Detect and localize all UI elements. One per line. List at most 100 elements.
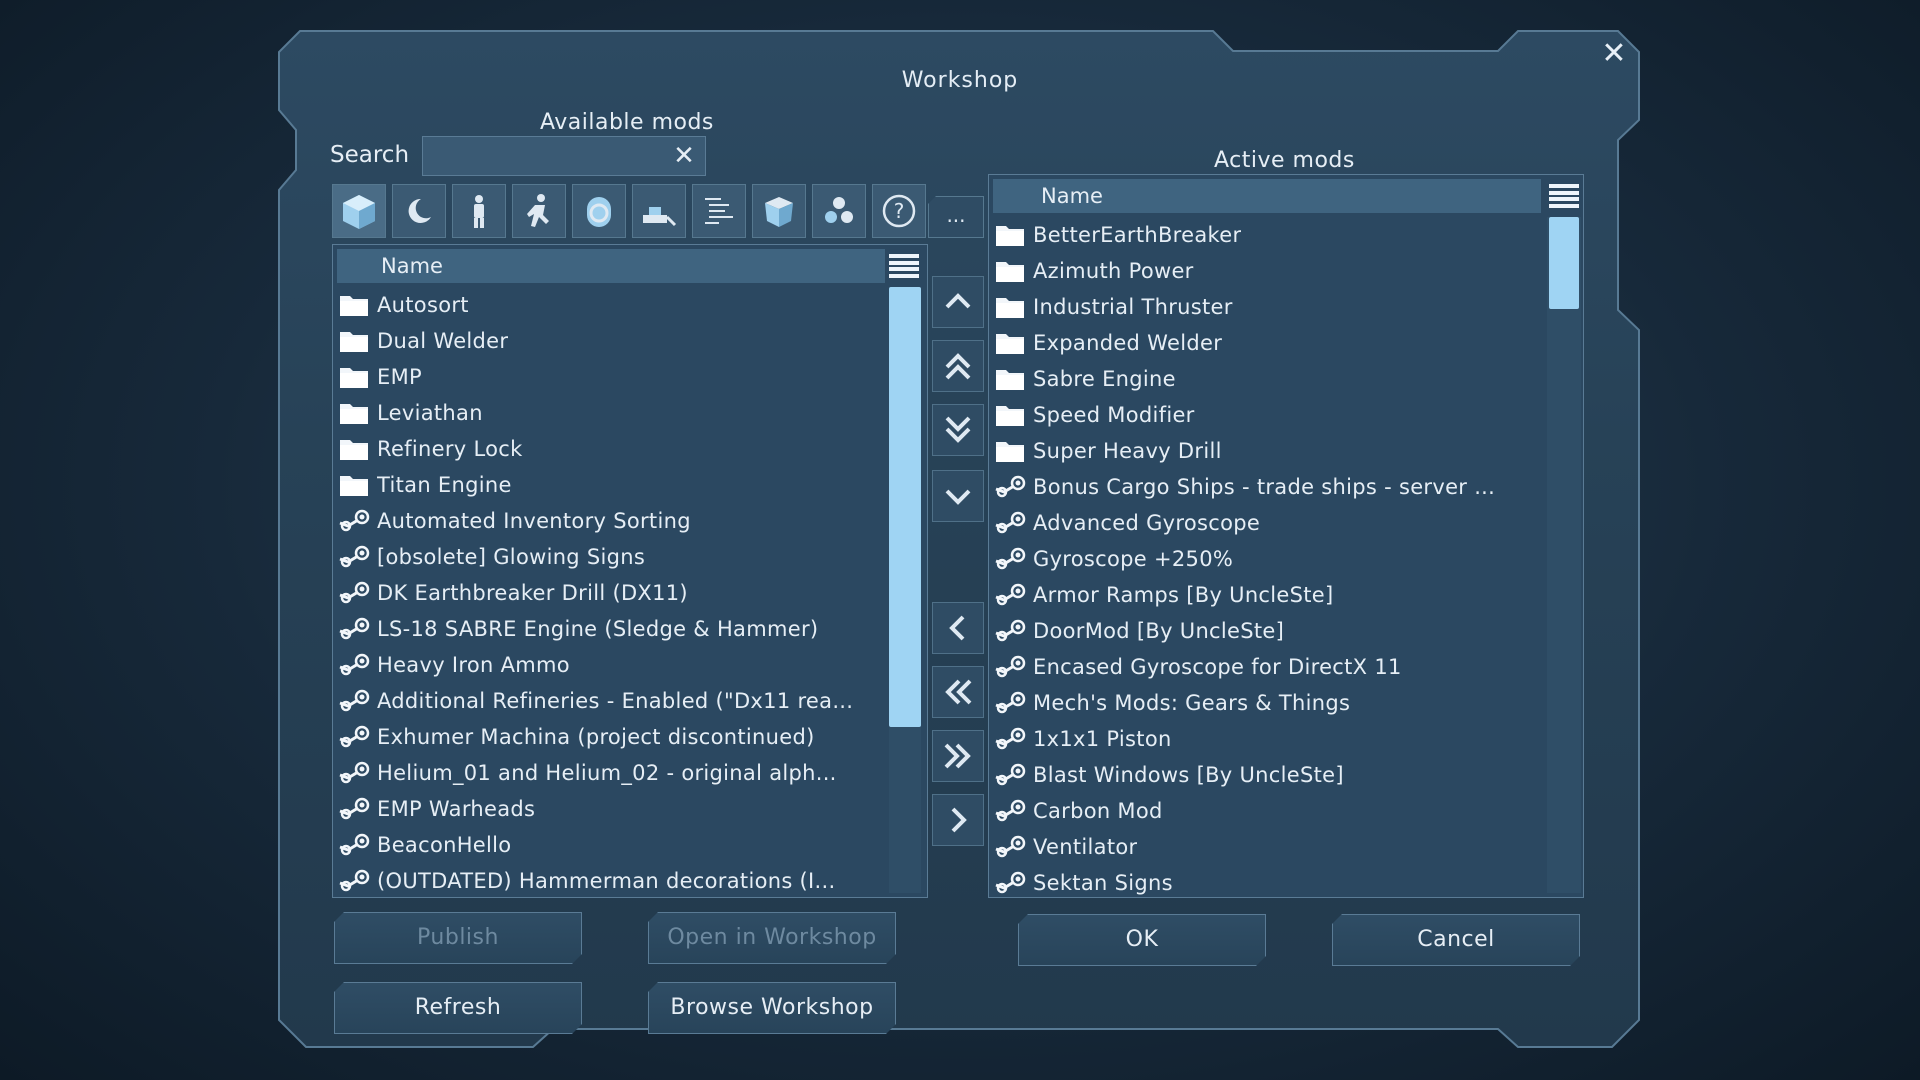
container-icon [765, 197, 793, 227]
list-item[interactable]: Heavy Iron Ammo [337, 647, 883, 683]
list-item[interactable]: BeaconHello [337, 827, 883, 863]
list-item[interactable]: Autosort [337, 287, 883, 323]
move-to-top-button[interactable] [932, 340, 984, 392]
list-item-label: BetterEarthBreaker [1033, 223, 1242, 247]
list-item[interactable]: Sabre Engine [993, 361, 1539, 397]
list-item-label: Titan Engine [377, 473, 512, 497]
add-button[interactable] [932, 794, 984, 846]
list-item-label: Speed Modifier [1033, 403, 1195, 427]
filter-environment-button[interactable] [392, 184, 446, 238]
list-item[interactable]: Sektan Signs [993, 865, 1539, 897]
list-item[interactable]: Encased Gyroscope for DirectX 11 [993, 649, 1539, 685]
filter-production-button[interactable] [812, 184, 866, 238]
list-item-label: DK Earthbreaker Drill (DX11) [377, 581, 688, 605]
open-in-workshop-button[interactable]: Open in Workshop [648, 912, 896, 964]
list-item[interactable]: Additional Refineries - Enabled ("Dx11 r… [337, 683, 883, 719]
move-to-bottom-button[interactable] [932, 404, 984, 456]
active-scrollbar[interactable] [1547, 217, 1581, 893]
list-item[interactable]: DK Earthbreaker Drill (DX11) [337, 575, 883, 611]
steam-icon [993, 473, 1027, 501]
filter-help-button[interactable]: ? [872, 184, 926, 238]
chevron-down-icon [945, 489, 971, 505]
steam-icon [337, 867, 371, 895]
list-item-label: EMP [377, 365, 422, 389]
list-item[interactable]: DoorMod [By UncleSte] [993, 613, 1539, 649]
list-item-label: [obsolete] Glowing Signs [377, 545, 646, 569]
search-clear-button[interactable]: ✕ [669, 139, 699, 173]
list-item-label: Dual Welder [377, 329, 509, 353]
list-item[interactable]: Ventilator [993, 829, 1539, 865]
filter-tool-button[interactable] [632, 184, 686, 238]
list-item[interactable]: Titan Engine [337, 467, 883, 503]
double-chevron-down-icon [945, 416, 971, 443]
list-item[interactable]: (OUTDATED) Hammerman decorations (I... [337, 863, 883, 897]
list-item-label: Autosort [377, 293, 469, 317]
list-item[interactable]: Bonus Cargo Ships - trade ships - server… [993, 469, 1539, 505]
refresh-button[interactable]: Refresh [334, 982, 582, 1034]
available-rows: Autosort Dual Welder EMP Leviathan Refinery … [337, 287, 883, 897]
list-item[interactable]: EMP Warheads [337, 791, 883, 827]
add-all-button[interactable] [932, 730, 984, 782]
list-item[interactable]: Gyroscope +250% [993, 541, 1539, 577]
list-item[interactable]: Mech's Mods: Gears & Things [993, 685, 1539, 721]
move-up-button[interactable] [932, 276, 984, 328]
list-item[interactable]: 1x1x1 Piston [993, 721, 1539, 757]
filter-world-button[interactable] [572, 184, 626, 238]
search-input[interactable] [423, 137, 673, 175]
list-item[interactable]: Refinery Lock [337, 431, 883, 467]
list-item-label: Mech's Mods: Gears & Things [1033, 691, 1351, 715]
list-item[interactable]: Armor Ramps [By UncleSte] [993, 577, 1539, 613]
list-item[interactable]: EMP [337, 359, 883, 395]
list-item[interactable]: Carbon Mod [993, 793, 1539, 829]
list-item[interactable]: Exhumer Machina (project discontinued) [337, 719, 883, 755]
available-scrollbar-thumb[interactable] [889, 287, 921, 727]
available-list-menu-icon[interactable] [889, 251, 919, 281]
available-scrollbar[interactable] [889, 287, 921, 893]
available-name-column-header[interactable]: Name [337, 249, 885, 283]
list-item[interactable]: Blast Windows [By UncleSte] [993, 757, 1539, 793]
remove-all-button[interactable] [932, 666, 984, 718]
filter-block-button[interactable] [332, 184, 386, 238]
folder-icon [993, 293, 1027, 321]
active-scrollbar-thumb[interactable] [1549, 217, 1579, 309]
filter-character-button[interactable] [452, 184, 506, 238]
filter-animation-button[interactable] [512, 184, 566, 238]
ok-button[interactable]: OK [1018, 914, 1266, 966]
list-item[interactable]: Azimuth Power [993, 253, 1539, 289]
browse-workshop-button[interactable]: Browse Workshop [648, 982, 896, 1034]
cancel-button[interactable]: Cancel [1332, 914, 1580, 966]
folder-icon [993, 437, 1027, 465]
active-rows: BetterEarthBreaker Azimuth Power Industria… [993, 217, 1539, 897]
list-item-label: LS-18 SABRE Engine (Sledge & Hammer) [377, 617, 819, 641]
steam-icon [337, 831, 371, 859]
active-list-menu-icon[interactable] [1549, 181, 1579, 211]
move-down-button[interactable] [932, 470, 984, 522]
steam-icon [993, 761, 1027, 789]
list-item[interactable]: LS-18 SABRE Engine (Sledge & Hammer) [337, 611, 883, 647]
remove-button[interactable] [932, 602, 984, 654]
filter-script-button[interactable] [692, 184, 746, 238]
list-item[interactable]: Advanced Gyroscope [993, 505, 1539, 541]
list-item[interactable]: Industrial Thruster [993, 289, 1539, 325]
folder-icon [337, 363, 371, 391]
list-item[interactable]: Automated Inventory Sorting [337, 503, 883, 539]
filter-container-button[interactable] [752, 184, 806, 238]
list-item-label: Additional Refineries - Enabled ("Dx11 r… [377, 689, 854, 713]
list-item[interactable]: Expanded Welder [993, 325, 1539, 361]
close-button[interactable]: ✕ [1598, 38, 1630, 70]
active-mods-label: Active mods [1214, 148, 1355, 173]
list-item[interactable]: Helium_01 and Helium_02 - original alph.… [337, 755, 883, 791]
list-item[interactable]: BetterEarthBreaker [993, 217, 1539, 253]
list-item[interactable]: Speed Modifier [993, 397, 1539, 433]
more-filters-button[interactable]: ... [928, 196, 984, 238]
steam-icon [993, 509, 1027, 537]
list-item-label: EMP Warheads [377, 797, 536, 821]
publish-button[interactable]: Publish [334, 912, 582, 964]
list-item[interactable]: Dual Welder [337, 323, 883, 359]
folder-icon [993, 221, 1027, 249]
active-name-column-header[interactable]: Name [993, 179, 1541, 213]
list-item[interactable]: [obsolete] Glowing Signs [337, 539, 883, 575]
list-item-label: Advanced Gyroscope [1033, 511, 1261, 535]
list-item[interactable]: Super Heavy Drill [993, 433, 1539, 469]
list-item[interactable]: Leviathan [337, 395, 883, 431]
